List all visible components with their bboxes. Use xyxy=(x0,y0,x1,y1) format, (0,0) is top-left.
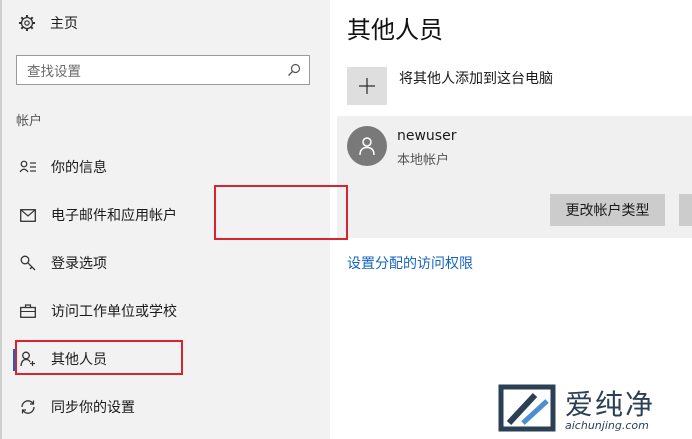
add-person-button[interactable]: 将其他人添加到这台电脑 xyxy=(347,67,553,105)
sidebar-item-label: 访问工作单位或学校 xyxy=(51,304,177,320)
search-input[interactable]: 查找设置 xyxy=(16,55,310,85)
home-label: 主页 xyxy=(50,16,78,32)
sidebar-item-label: 其他人员 xyxy=(51,352,107,368)
envelope-icon xyxy=(19,206,37,224)
avatar xyxy=(347,126,387,166)
sidebar-item-label: 同步你的设置 xyxy=(51,400,135,416)
sidebar-item-work-school[interactable]: 访问工作单位或学校 xyxy=(0,287,330,335)
change-account-type-button[interactable]: 更改帐户类型 xyxy=(550,194,665,226)
sidebar-item-email-accounts[interactable]: 电子邮件和应用帐户 xyxy=(0,191,330,239)
sidebar-item-your-info[interactable]: 你的信息 xyxy=(0,143,330,191)
plus-icon xyxy=(359,78,375,94)
watermark-brand: 爱纯净 xyxy=(565,388,656,421)
page-title: 其他人员 xyxy=(347,16,443,44)
gear-icon xyxy=(19,15,35,31)
watermark-url: aichunjing.com xyxy=(565,419,649,432)
person-add-icon xyxy=(19,350,37,368)
person-card-icon xyxy=(19,158,37,176)
sidebar-item-sign-in-options[interactable]: 登录选项 xyxy=(0,239,330,287)
main-content: 其他人员 将其他人添加到这台电脑 newuser 本地帐户 更改帐户类型 设置分… xyxy=(330,0,692,439)
home-link[interactable]: 主页 xyxy=(18,12,78,34)
sidebar: 主页 查找设置 帐户 你的信息 电子邮件和应用帐户 登录选项 访问工作单位或学校… xyxy=(0,0,330,439)
briefcase-icon xyxy=(19,302,37,320)
sync-icon xyxy=(19,398,37,416)
watermark-logo-icon xyxy=(498,384,556,432)
assigned-access-link[interactable]: 设置分配的访问权限 xyxy=(347,253,473,273)
sidebar-item-label: 登录选项 xyxy=(51,256,107,272)
key-icon xyxy=(19,254,37,272)
add-tile[interactable] xyxy=(347,67,387,105)
sidebar-item-label: 电子邮件和应用帐户 xyxy=(51,208,177,224)
sidebar-nav: 你的信息 电子邮件和应用帐户 登录选项 访问工作单位或学校 其他人员 同步你的设… xyxy=(0,143,330,431)
section-label-accounts: 帐户 xyxy=(16,114,43,129)
user-card[interactable]: newuser 本地帐户 更改帐户类型 xyxy=(337,116,692,238)
search-icon[interactable] xyxy=(287,63,301,77)
user-icon xyxy=(359,137,375,156)
sidebar-item-label: 你的信息 xyxy=(51,160,107,176)
user-name: newuser xyxy=(397,128,457,144)
sidebar-item-sync-settings[interactable]: 同步你的设置 xyxy=(0,383,330,431)
add-person-label: 将其他人添加到这台电脑 xyxy=(399,71,553,87)
remove-button-partial[interactable] xyxy=(679,194,692,226)
user-account-type: 本地帐户 xyxy=(397,153,450,168)
sidebar-item-other-people[interactable]: 其他人员 xyxy=(0,335,330,383)
search-placeholder: 查找设置 xyxy=(27,64,81,80)
watermark: 爱纯净 aichunjing.com xyxy=(495,381,690,437)
